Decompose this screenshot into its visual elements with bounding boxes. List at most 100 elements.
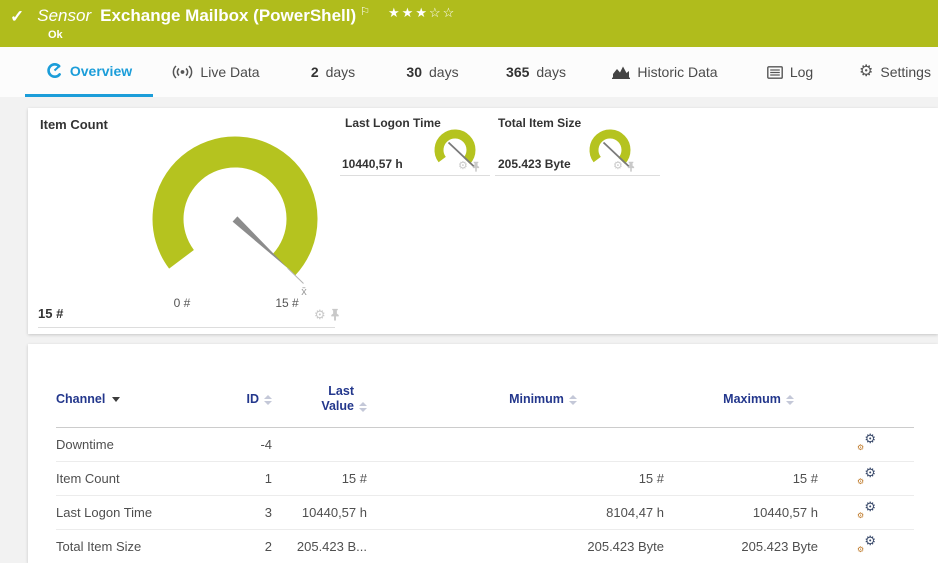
tab-number: 30 [406,64,422,80]
gear-icon[interactable]: ⚙ [314,308,326,321]
tab-historic-data[interactable]: Historic Data [600,47,730,97]
channel-maximum [664,427,818,461]
column-header-last-value[interactable]: Last Value [272,372,367,427]
gear-icon: ⚙ [864,432,876,445]
section-divider [38,327,335,328]
tab-number: 2 [311,64,319,80]
gear-icon: ⚙ [857,444,864,452]
gauge-title-item-count: Item Count [40,117,108,132]
gauge-value-item-count: 15 # [38,306,63,321]
channel-name: Item Count [56,461,246,495]
gauge-tools: ⚙ [314,308,340,321]
tab-label: Live Data [200,64,259,80]
flag-icon[interactable]: ⚐ [360,5,370,18]
tab-label: Settings [880,64,931,80]
gear-icon[interactable]: ⚙ [458,161,468,172]
stars-empty[interactable]: ☆☆ [429,5,456,20]
gear-icon: ⚙ [857,478,864,486]
settings-gear-icon: ⚙ [859,64,873,80]
pin-icon[interactable] [330,308,340,321]
item-count-gauge: x̄ [145,134,337,300]
channel-settings-icon[interactable]: ⚙⚙ [856,434,876,452]
gauge-min-label: 0 # [154,296,210,310]
tab-overview[interactable]: Overview [25,47,153,97]
stars-filled[interactable]: ★★★ [388,5,429,20]
gauge-tools: ⚙ [458,161,480,172]
column-label: Maximum [723,392,781,406]
table-header-row: Channel ID Last Value Minimum Maximum [56,372,914,427]
sensor-title: Exchange Mailbox (PowerShell) [100,6,356,26]
channel-id: 1 [246,461,272,495]
sort-icon [786,395,794,405]
tab-365-days[interactable]: 365 days [495,47,577,97]
channel-table-panel: Channel ID Last Value Minimum Maximum [28,344,938,563]
channel-last-value: 15 # [272,461,367,495]
channel-name: Downtime [56,427,246,461]
table-row: Total Item Size 2 205.423 B... 205.423 B… [56,529,914,563]
column-header-channel[interactable]: Channel [56,372,246,427]
table-row: Item Count 1 15 # 15 # 15 # ⚙⚙ [56,461,914,495]
table-row: Downtime -4 ⚙⚙ [56,427,914,461]
tab-label: days [536,64,566,80]
column-label: Minimum [509,392,564,406]
channel-last-value: 10440,57 h [272,495,367,529]
gauge-value-total-size: 205.423 Byte [498,157,571,171]
column-label: Last Value [310,384,354,414]
tab-2-days[interactable]: 2 days [298,47,368,97]
priority-stars[interactable]: ★★★☆☆ [388,5,456,21]
column-header-minimum[interactable]: Minimum [367,372,664,427]
tab-log[interactable]: Log [755,47,825,97]
section-divider [340,175,490,176]
channel-table: Channel ID Last Value Minimum Maximum [56,372,914,563]
channel-minimum [367,427,664,461]
sensor-status-text: Ok [48,29,63,41]
live-data-icon [172,65,193,79]
gear-icon: ⚙ [864,500,876,513]
pin-icon[interactable] [627,161,635,172]
tab-number: 365 [506,64,529,80]
channel-settings-icon[interactable]: ⚙⚙ [856,502,876,520]
channel-minimum: 8104,47 h [367,495,664,529]
sensor-header: ✓ Sensor Exchange Mailbox (PowerShell) ⚐… [0,0,938,47]
gauge-max-label: 15 # [259,296,315,310]
channel-id: 2 [246,529,272,563]
sort-icon [264,395,272,405]
historic-chart-icon [612,65,630,79]
tab-bar: Overview Live Data 2 days 30 days 365 da… [0,47,938,97]
object-kind-label: Sensor [37,6,91,26]
tab-live-data[interactable]: Live Data [160,47,272,97]
channel-id: 3 [246,495,272,529]
channel-minimum: 15 # [367,461,664,495]
gear-icon: ⚙ [857,512,864,520]
section-divider [495,175,660,176]
sort-icon [569,395,577,405]
table-row: Last Logon Time 3 10440,57 h 8104,47 h 1… [56,495,914,529]
gear-icon[interactable]: ⚙ [613,161,623,172]
channel-last-value: 205.423 B... [272,529,367,563]
status-ok-check-icon: ✓ [10,7,24,27]
gauge-value-last-logon: 10440,57 h [342,157,403,171]
pin-icon[interactable] [472,161,480,172]
channel-last-value [272,427,367,461]
column-header-actions [818,372,914,427]
tab-30-days[interactable]: 30 days [395,47,470,97]
tab-label: days [326,64,356,80]
log-list-icon [767,66,783,79]
gauge-title-total-size: Total Item Size [498,116,581,130]
tab-label: Historic Data [637,64,717,80]
tab-settings[interactable]: ⚙ Settings [852,47,938,97]
gauge-title-last-logon: Last Logon Time [345,116,441,130]
tab-label: Log [790,64,813,80]
channel-maximum: 15 # [664,461,818,495]
channel-maximum: 205.423 Byte [664,529,818,563]
channel-settings-icon[interactable]: ⚙⚙ [856,536,876,554]
channel-id: -4 [246,427,272,461]
column-header-maximum[interactable]: Maximum [664,372,818,427]
column-header-id[interactable]: ID [246,372,272,427]
column-label: Channel [56,392,105,406]
tab-label: days [429,64,459,80]
gauges-panel: Item Count x̄ 0 # 15 # 15 # ⚙ Last Logon… [28,108,938,334]
channel-settings-icon[interactable]: ⚙⚙ [856,468,876,486]
gear-icon: ⚙ [864,466,876,479]
sort-icon [359,402,367,412]
